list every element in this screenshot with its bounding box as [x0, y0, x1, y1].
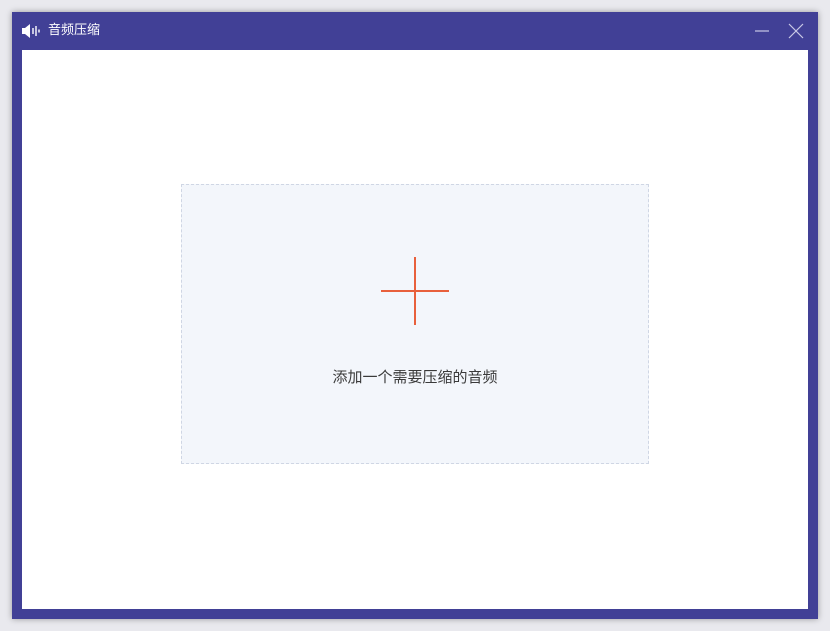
app-window: 音频压缩 添加一个需要压缩的音频 — [12, 12, 818, 619]
main-content: 添加一个需要压缩的音频 — [22, 50, 808, 609]
minimize-button[interactable] — [751, 20, 773, 42]
close-button[interactable] — [785, 20, 807, 42]
plus-icon — [381, 257, 449, 325]
close-icon — [788, 23, 804, 39]
window-title: 音频压缩 — [48, 23, 101, 38]
speaker-icon — [22, 24, 40, 38]
add-audio-drop-zone[interactable]: 添加一个需要压缩的音频 — [181, 184, 649, 464]
title-bar[interactable]: 音频压缩 — [12, 12, 818, 50]
add-audio-label: 添加一个需要压缩的音频 — [332, 368, 498, 386]
minimize-icon — [755, 30, 769, 32]
